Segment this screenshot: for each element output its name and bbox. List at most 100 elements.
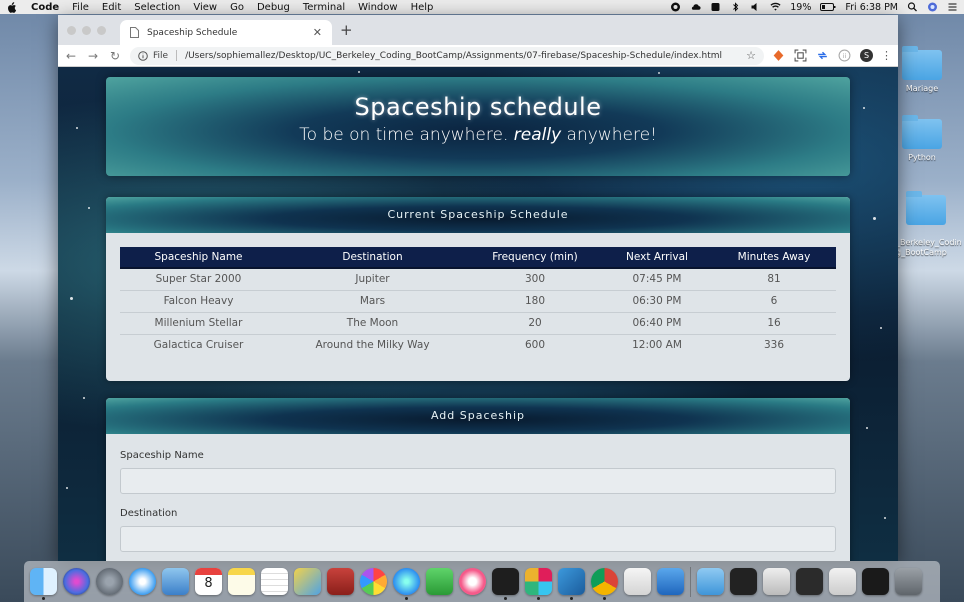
sync-icon[interactable]	[710, 2, 721, 12]
mail-icon[interactable]	[162, 568, 189, 595]
desktop-folder-bootcamp[interactable]: _Berkeley_Codin g_BootCamp	[896, 186, 964, 267]
cell-destination: The Moon	[277, 311, 468, 334]
menu-clock[interactable]: Fri 6:38 PM	[845, 2, 898, 13]
tab-spaceship-schedule[interactable]: Spaceship Schedule ✕	[120, 20, 332, 45]
downloads-folder-icon[interactable]	[697, 568, 724, 595]
file-scheme-label: File	[153, 50, 169, 61]
star-dot	[880, 327, 882, 329]
launchpad-icon[interactable]	[96, 568, 123, 595]
calendar-icon[interactable]: 8	[195, 568, 222, 595]
slack-icon[interactable]	[525, 568, 552, 600]
wifi-icon[interactable]	[770, 2, 781, 12]
facetime-icon[interactable]	[426, 568, 453, 595]
zoom-window-button[interactable]	[97, 26, 106, 35]
destination-input[interactable]	[120, 526, 836, 552]
spaceship-name-input[interactable]	[120, 468, 836, 494]
star-dot	[66, 487, 68, 489]
photos-icon[interactable]	[360, 568, 387, 595]
cell-next-arrival: 06:30 PM	[602, 289, 712, 312]
menu-view[interactable]: View	[193, 2, 217, 13]
table-header-row: Spaceship Name Destination Frequency (mi…	[120, 247, 836, 269]
cell-next-arrival: 12:00 AM	[602, 333, 712, 356]
url-text[interactable]: /Users/sophiemallez/Desktop/UC_Berkeley_…	[185, 51, 746, 61]
chrome-icon[interactable]	[591, 568, 618, 600]
desktop-folder-mariage[interactable]: Mariage	[890, 46, 954, 94]
url-input[interactable]: File /Users/sophiemallez/Desktop/UC_Berk…	[130, 46, 764, 65]
info-icon[interactable]	[138, 50, 148, 61]
calendar-month-strip	[195, 568, 222, 575]
vscode-icon[interactable]	[558, 568, 585, 600]
address-bar-row: ← → ↻ File /Users/sophiemallez/Desktop/U…	[58, 45, 898, 67]
star-dot	[658, 72, 660, 74]
desktop-folder-python[interactable]: Python	[890, 115, 954, 163]
new-tab-icon[interactable]: +	[340, 21, 353, 39]
messages-icon[interactable]	[393, 568, 420, 600]
extension-icon[interactable]	[772, 49, 785, 62]
cell-spaceship-name: Falcon Heavy	[120, 289, 277, 312]
cell-spaceship-name: Super Star 2000	[120, 267, 277, 290]
bookmark-star-icon[interactable]: ☆	[746, 49, 756, 62]
close-window-button[interactable]	[67, 26, 76, 35]
preview-icon[interactable]	[294, 568, 321, 595]
battery-icon[interactable]	[820, 2, 836, 12]
minimized-window-icon[interactable]	[763, 568, 790, 595]
page-subtitle: To be on time anywhere. really anywhere!	[106, 125, 850, 145]
menu-debug[interactable]: Debug	[257, 2, 290, 13]
battery-percent[interactable]: 19%	[790, 2, 811, 13]
terminal-icon[interactable]	[492, 568, 519, 600]
menu-edit[interactable]: Edit	[102, 2, 121, 13]
menu-selection[interactable]: Selection	[134, 2, 180, 13]
apple-logo-icon[interactable]	[6, 1, 17, 13]
star-dot	[88, 207, 90, 209]
menu-terminal[interactable]: Terminal	[303, 2, 345, 13]
translate-extension-icon[interactable]	[816, 49, 829, 62]
macos-menu-bar: Code File Edit Selection View Go Debug T…	[0, 0, 964, 14]
cell-minutes-away: 336	[712, 333, 836, 356]
macos-dock: 8	[24, 561, 940, 602]
cloud-icon[interactable]	[690, 2, 701, 12]
cell-minutes-away: 16	[712, 311, 836, 334]
menu-window[interactable]: Window	[358, 2, 397, 13]
column-header-minutes-away: Minutes Away	[712, 247, 836, 269]
reload-icon[interactable]: ↻	[108, 49, 122, 63]
disabled-extension-icon[interactable]: ii	[838, 49, 851, 62]
notes-icon[interactable]	[228, 568, 255, 595]
profile-avatar[interactable]: S	[860, 49, 873, 62]
volume-icon[interactable]	[750, 2, 761, 12]
siri-icon[interactable]	[927, 2, 938, 12]
subtitle-part-2: anywhere!	[561, 125, 657, 145]
trash-icon[interactable]	[895, 568, 922, 595]
minimized-window-icon[interactable]	[796, 568, 823, 595]
star-dot	[83, 397, 85, 399]
menu-file[interactable]: File	[72, 2, 89, 13]
minimized-window-icon[interactable]	[730, 568, 757, 595]
tab-title: Spaceship Schedule	[147, 27, 238, 38]
minimize-window-button[interactable]	[82, 26, 91, 35]
reminders-icon[interactable]	[261, 568, 288, 595]
cell-frequency: 20	[468, 311, 602, 334]
close-tab-icon[interactable]: ✕	[313, 26, 322, 39]
minimized-window-icon[interactable]	[862, 568, 889, 595]
xcode-icon[interactable]	[657, 568, 684, 595]
photo-booth-icon[interactable]	[327, 568, 354, 595]
dock-divider	[690, 566, 691, 597]
menu-help[interactable]: Help	[411, 2, 434, 13]
record-icon[interactable]	[670, 2, 681, 12]
itunes-icon[interactable]	[459, 568, 486, 595]
spotlight-search-icon[interactable]	[907, 2, 918, 12]
finder-icon[interactable]	[30, 568, 57, 600]
menu-go[interactable]: Go	[230, 2, 244, 13]
screenshot-extension-icon[interactable]	[794, 49, 807, 62]
desktop-folder-label: Python	[908, 153, 936, 162]
back-arrow-icon[interactable]: ←	[64, 49, 78, 63]
textedit-icon[interactable]	[624, 568, 651, 595]
siri-icon[interactable]	[63, 568, 90, 595]
bluetooth-icon[interactable]	[730, 2, 741, 12]
forward-arrow-icon[interactable]: →	[86, 49, 100, 63]
notification-center-icon[interactable]	[947, 2, 958, 12]
more-options-icon[interactable]: ⋮	[881, 49, 892, 62]
cell-frequency: 180	[468, 289, 602, 312]
safari-icon[interactable]	[129, 568, 156, 595]
minimized-window-icon[interactable]	[829, 568, 856, 595]
menu-app-name[interactable]: Code	[31, 2, 59, 13]
